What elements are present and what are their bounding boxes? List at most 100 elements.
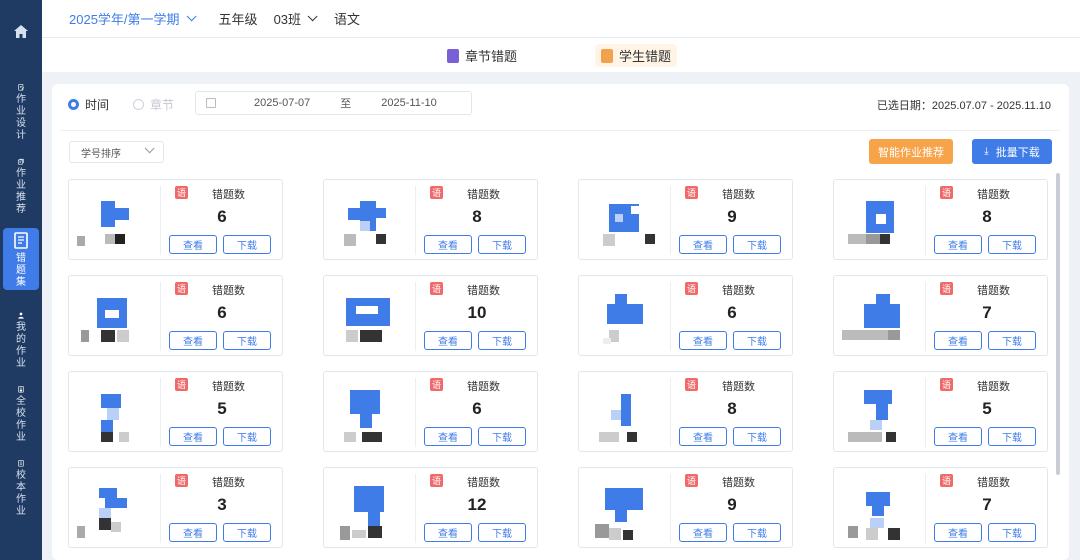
mistake-count-label: 错题数 <box>722 381 755 393</box>
school-doc-icon <box>18 386 24 393</box>
view-button[interactable]: 查看 <box>934 331 982 350</box>
student-card: 语 错题数 6 查看 下载 <box>323 371 538 452</box>
term-selector[interactable]: 2025学年/第一学期 <box>69 9 197 28</box>
student-avatar <box>332 284 407 354</box>
sidebar-item-school-based-homework[interactable]: 校本作业 <box>3 456 39 518</box>
tab-chapter-mistakes[interactable]: 章节错题 <box>441 44 523 67</box>
avatar-block <box>81 330 89 342</box>
download-button[interactable]: 下载 <box>478 523 526 542</box>
sidebar-item-school-homework[interactable]: 全校作业 <box>3 382 39 444</box>
stack-icon <box>17 158 24 165</box>
student-card: 语 错题数 7 查看 下载 <box>833 275 1048 356</box>
date-range-picker[interactable]: 2025-07-07 至 2025-11-10 <box>195 91 472 115</box>
tab-student-mistakes[interactable]: 学生错题 <box>595 44 678 67</box>
avatar-block <box>352 530 366 538</box>
avatar-block <box>354 486 384 512</box>
mistake-count-label: 错题数 <box>467 477 500 489</box>
view-button[interactable]: 查看 <box>169 523 217 542</box>
avatar-block <box>101 420 113 432</box>
sidebar-item-mistakes[interactable]: 错题集 <box>3 228 39 290</box>
sidebar-item-homework-design[interactable]: 作业设计 <box>3 80 39 142</box>
view-button[interactable]: 查看 <box>169 427 217 446</box>
view-button[interactable]: 查看 <box>169 331 217 350</box>
avatar-block <box>876 404 888 420</box>
download-button[interactable]: 下载 <box>733 235 781 254</box>
download-button[interactable]: 下载 <box>223 331 271 350</box>
subject-badge: 语 <box>940 282 953 295</box>
avatar-block <box>864 390 892 404</box>
view-button[interactable]: 查看 <box>934 427 982 446</box>
student-card: 语 错题数 12 查看 下载 <box>323 467 538 548</box>
avatar-block <box>615 510 627 522</box>
avatar-block <box>101 201 115 215</box>
sort-select[interactable]: 学号排序 <box>69 141 164 163</box>
download-button[interactable]: 下载 <box>988 235 1036 254</box>
avatar-block <box>886 432 896 442</box>
download-button[interactable]: 下载 <box>223 235 271 254</box>
view-button[interactable]: 查看 <box>679 523 727 542</box>
chevron-down-icon <box>307 11 318 22</box>
student-avatar <box>587 380 662 450</box>
avatar-block <box>115 234 125 244</box>
download-icon: ⤓ <box>984 146 989 157</box>
view-button[interactable]: 查看 <box>424 235 472 254</box>
class-value: 03班 <box>273 12 302 27</box>
scrollbar[interactable] <box>1056 173 1060 475</box>
avatar-block <box>344 432 356 442</box>
view-button[interactable]: 查看 <box>424 331 472 350</box>
download-button[interactable]: 下载 <box>733 523 781 542</box>
download-button[interactable]: 下载 <box>223 523 271 542</box>
view-button[interactable]: 查看 <box>679 235 727 254</box>
download-button[interactable]: 下载 <box>988 523 1036 542</box>
sidebar-item-label: 作业推荐 <box>16 168 26 215</box>
download-button[interactable]: 下载 <box>478 427 526 446</box>
view-button[interactable]: 查看 <box>424 427 472 446</box>
home-button[interactable] <box>0 0 42 62</box>
subject-badge: 语 <box>430 186 443 199</box>
avatar-block <box>346 330 358 342</box>
view-button[interactable]: 查看 <box>934 235 982 254</box>
download-button[interactable]: 下载 <box>733 427 781 446</box>
sidebar-item-homework-recommend[interactable]: 作业推荐 <box>3 154 39 216</box>
download-button[interactable]: 下载 <box>478 331 526 350</box>
download-button[interactable]: 下载 <box>478 235 526 254</box>
button-label: 智能作业推荐 <box>878 146 944 159</box>
download-button[interactable]: 下载 <box>223 427 271 446</box>
view-button[interactable]: 查看 <box>934 523 982 542</box>
avatar-block <box>876 214 886 224</box>
download-button[interactable]: 下载 <box>988 331 1036 350</box>
avatar-block <box>111 522 121 532</box>
avatar-block <box>615 214 623 222</box>
sidebar-item-label: 错题集 <box>16 253 26 288</box>
avatar-block <box>864 304 900 328</box>
avatar-block <box>872 506 884 516</box>
avatar-block <box>866 528 878 540</box>
subject-badge: 语 <box>685 378 698 391</box>
view-button[interactable]: 查看 <box>169 235 217 254</box>
class-selector[interactable]: 03班 <box>273 9 318 28</box>
tab-label: 学生错题 <box>619 49 672 64</box>
avatar-block <box>866 234 880 244</box>
avatar-block <box>360 221 370 231</box>
download-button[interactable]: 下载 <box>988 427 1036 446</box>
student-avatar <box>77 284 152 354</box>
batch-download-button[interactable]: ⤓ 批量下载 <box>972 139 1052 164</box>
radio-chapter[interactable]: 章节 <box>133 96 174 113</box>
student-card: 语 错题数 8 查看 下载 <box>833 179 1048 260</box>
smart-recommend-button[interactable]: 智能作业推荐 <box>869 139 953 164</box>
to-label: 至 <box>340 98 352 110</box>
button-label: 批量下载 <box>995 146 1040 159</box>
avatar-block <box>99 518 111 530</box>
download-button[interactable]: 下载 <box>733 331 781 350</box>
sidebar-item-my-homework[interactable]: 我的作业 <box>3 308 39 370</box>
mistake-count: 6 <box>727 303 737 322</box>
radio-time[interactable]: 时间 <box>68 96 109 113</box>
doc-icon <box>18 460 24 467</box>
mistake-count: 8 <box>472 207 482 226</box>
mistake-count: 5 <box>982 399 992 418</box>
view-button[interactable]: 查看 <box>679 331 727 350</box>
view-button[interactable]: 查看 <box>424 523 472 542</box>
avatar-block <box>105 498 127 508</box>
view-button[interactable]: 查看 <box>679 427 727 446</box>
avatar-block <box>623 530 633 540</box>
